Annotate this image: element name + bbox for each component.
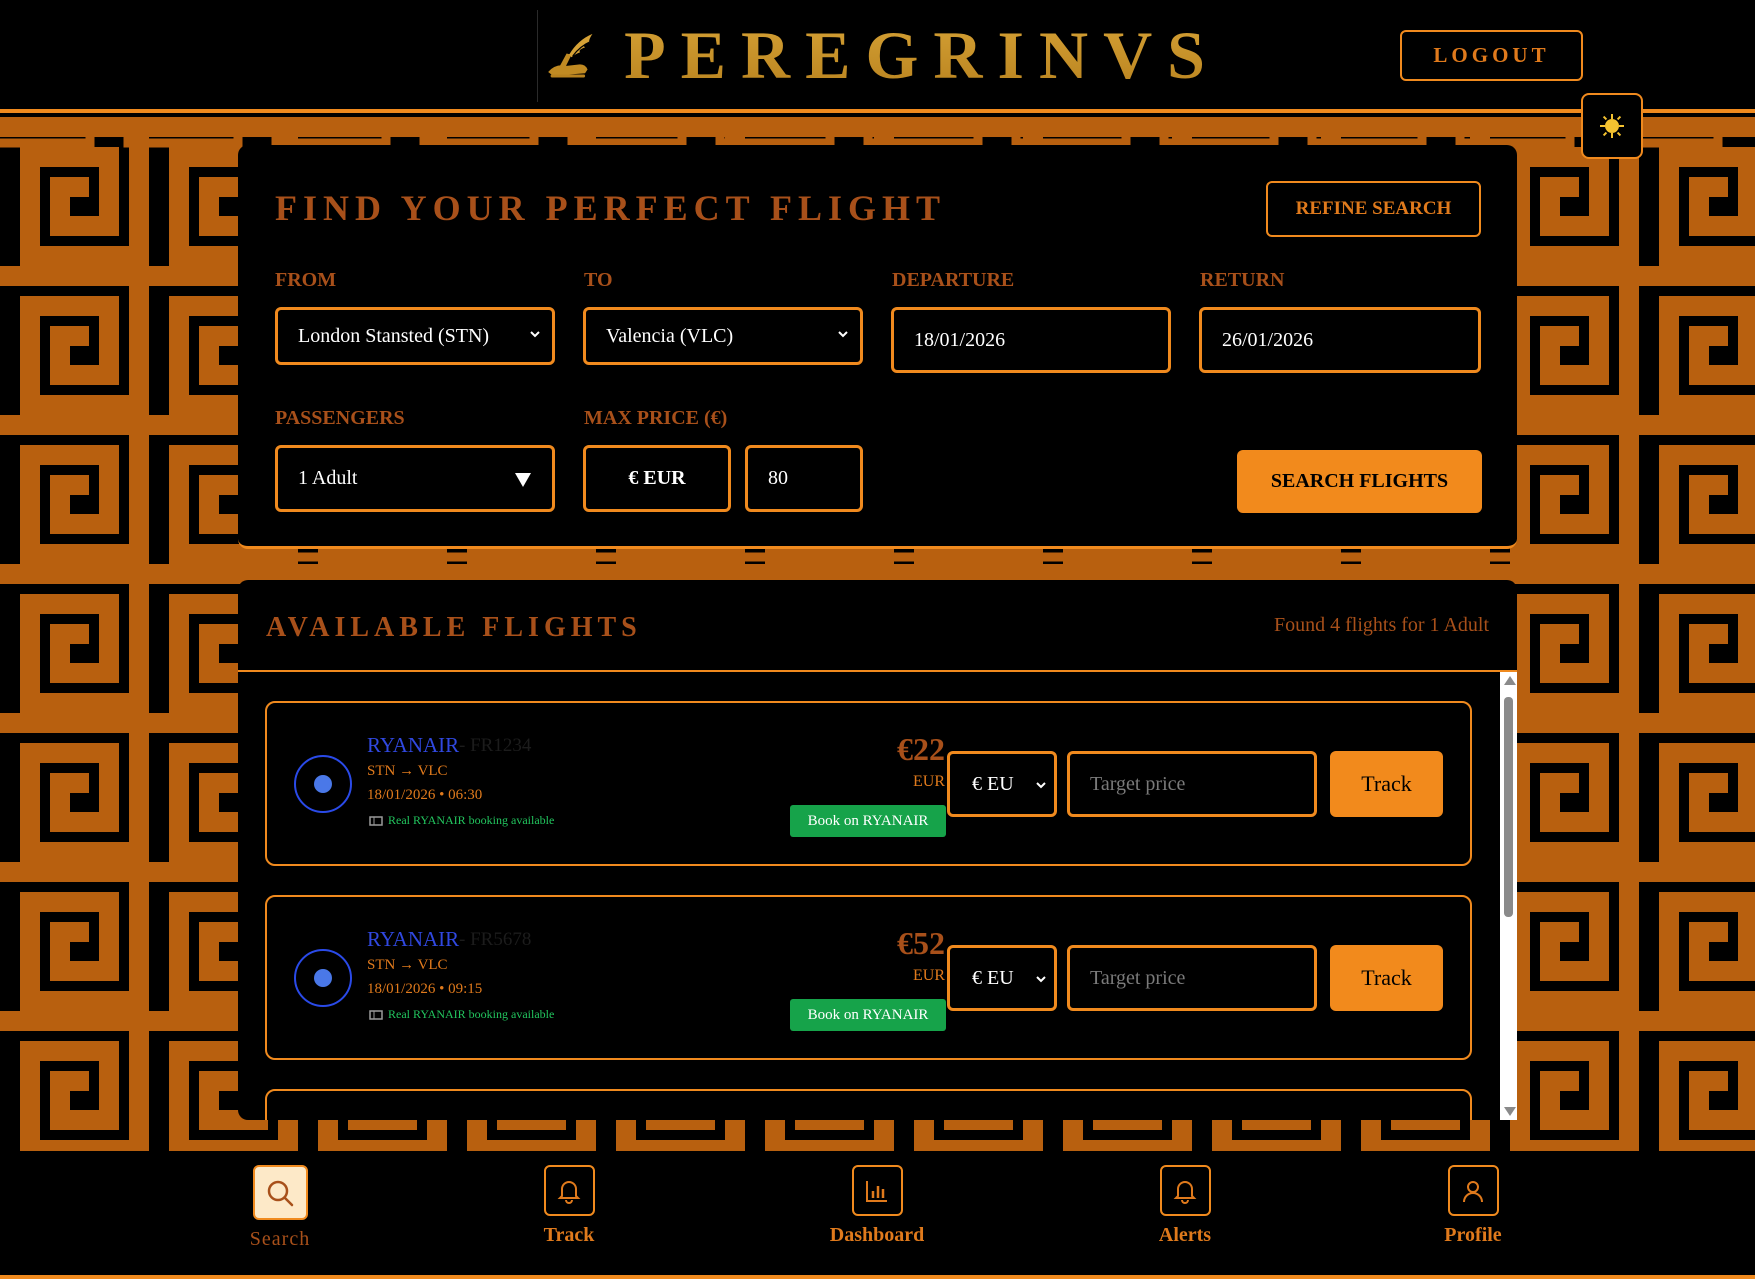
- bottom-nav: Search Track Dashboard Alerts Profile: [0, 1151, 1755, 1279]
- price-currency: EUR: [913, 773, 945, 790]
- nav-label: Alerts: [1158, 1224, 1212, 1246]
- real-booking-text: Real RYANAIR booking available: [388, 813, 555, 827]
- price-currency: EUR: [913, 967, 945, 984]
- bar-chart-icon: [851, 1165, 903, 1216]
- nav-profile[interactable]: Profile: [1403, 1165, 1543, 1247]
- from-label: FROM: [275, 269, 337, 291]
- max-price-input[interactable]: 80: [745, 445, 863, 512]
- results-list[interactable]: RYANAIR - FR1234 STN → VLC 18/01/2026 • …: [238, 672, 1517, 1120]
- track-button[interactable]: Track: [1330, 751, 1443, 817]
- track-currency-value: € EU: [972, 772, 1014, 795]
- results-panel: AVAILABLE FLIGHTS Found 4 flights for 1 …: [238, 580, 1517, 1120]
- flight-datetime: 18/01/2026 • 09:15: [367, 981, 483, 997]
- flight-price: €52: [897, 925, 945, 961]
- departure-label: DEPARTURE: [892, 269, 1015, 291]
- nav-label: Profile: [1444, 1224, 1502, 1246]
- target-price-input[interactable]: Target price: [1067, 945, 1317, 1011]
- track-currency-select[interactable]: € EU: [947, 751, 1057, 817]
- track-button[interactable]: Track: [1330, 945, 1443, 1011]
- return-date-input[interactable]: 26/01/2026: [1199, 307, 1481, 373]
- results-title: AVAILABLE FLIGHTS: [266, 612, 642, 643]
- nav-track[interactable]: Track: [499, 1165, 639, 1247]
- flight-route: STN → VLC: [367, 957, 448, 973]
- ticket-icon: [369, 1009, 383, 1020]
- airline-name: RYANAIR: [367, 733, 460, 757]
- flight-card[interactable]: RYANAIR - FR1234 STN → VLC 18/01/2026 • …: [265, 701, 1472, 866]
- flight-card[interactable]: [265, 1089, 1472, 1120]
- radio-dot: [314, 775, 332, 793]
- sun-icon: [1600, 114, 1624, 138]
- flight-route: STN → VLC: [367, 763, 448, 779]
- passengers-value: 1 Adult: [298, 467, 358, 489]
- nav-dashboard[interactable]: Dashboard: [807, 1165, 947, 1247]
- flight-select-radio[interactable]: [294, 949, 352, 1007]
- airline-name: RYANAIR: [367, 927, 460, 951]
- nav-label: Track: [543, 1224, 595, 1246]
- track-currency-value: € EU: [972, 966, 1014, 989]
- radio-dot: [314, 969, 332, 987]
- target-price-input[interactable]: Target price: [1067, 751, 1317, 817]
- bell-icon: [543, 1165, 595, 1216]
- track-currency-select[interactable]: € EU: [947, 945, 1057, 1011]
- flight-price: €22: [897, 731, 945, 767]
- flight-datetime: 18/01/2026 • 06:30: [367, 787, 483, 803]
- currency-select[interactable]: € EUR: [583, 445, 731, 512]
- to-select[interactable]: Valencia (VLC): [583, 307, 863, 365]
- chevron-down-icon: [1036, 976, 1046, 983]
- scroll-up-arrow[interactable]: [1504, 676, 1516, 685]
- passengers-select[interactable]: 1 Adult: [275, 445, 555, 512]
- to-label: TO: [584, 269, 613, 291]
- logo-divider: [537, 10, 538, 102]
- nav-alerts[interactable]: Alerts: [1115, 1165, 1255, 1247]
- search-flights-button[interactable]: SEARCH FLIGHTS: [1237, 450, 1482, 513]
- brand-name: PEREGRINVS: [624, 17, 1220, 93]
- bell-icon: [1159, 1165, 1211, 1216]
- return-label: RETURN: [1200, 269, 1285, 291]
- chevron-down-icon: [838, 331, 848, 338]
- scroll-thumb[interactable]: [1504, 697, 1513, 917]
- real-booking-text: Real RYANAIR booking available: [388, 1007, 555, 1021]
- from-value: London Stansted (STN): [298, 324, 490, 347]
- chevron-down-icon: [530, 331, 540, 338]
- departure-date-input[interactable]: 18/01/2026: [891, 307, 1171, 373]
- refine-search-button[interactable]: REFINE SEARCH: [1266, 181, 1481, 237]
- search-panel: FIND YOUR PERFECT FLIGHT REFINE SEARCH F…: [238, 145, 1517, 549]
- book-airline-button[interactable]: Book on RYANAIR: [790, 999, 946, 1031]
- user-icon: [1447, 1165, 1499, 1216]
- real-booking-note: Real RYANAIR booking available: [369, 1007, 554, 1022]
- flight-select-radio[interactable]: [294, 755, 352, 813]
- flight-card[interactable]: RYANAIR - FR5678 STN → VLC 18/01/2026 • …: [265, 895, 1472, 1060]
- brand-logo[interactable]: PEREGRINVS: [540, 8, 1220, 103]
- max-price-label: MAX PRICE (€): [584, 407, 728, 429]
- results-count: Found 4 flights for 1 Adult: [1273, 614, 1489, 636]
- logout-button[interactable]: LOGOUT: [1400, 30, 1583, 81]
- nav-label: Search: [249, 1228, 311, 1250]
- search-icon: [252, 1165, 308, 1220]
- ticket-icon: [369, 815, 383, 826]
- chevron-down-icon: [1036, 782, 1046, 789]
- flight-number: - FR5678: [459, 929, 532, 950]
- results-scrollbar[interactable]: [1500, 672, 1517, 1120]
- nav-search[interactable]: Search: [210, 1165, 350, 1251]
- app-header: PEREGRINVS LOGOUT: [0, 0, 1755, 113]
- search-title: FIND YOUR PERFECT FLIGHT: [275, 188, 947, 228]
- winged-sandal-icon: [548, 33, 593, 78]
- theme-toggle-button[interactable]: [1581, 93, 1643, 159]
- from-select[interactable]: London Stansted (STN): [275, 307, 555, 365]
- flight-number: - FR1234: [459, 735, 532, 756]
- real-booking-note: Real RYANAIR booking available: [369, 813, 554, 828]
- triangle-down-icon: [515, 473, 531, 487]
- nav-label: Dashboard: [829, 1224, 925, 1246]
- passengers-label: PASSENGERS: [275, 407, 405, 429]
- scroll-down-arrow[interactable]: [1504, 1107, 1516, 1116]
- book-airline-button[interactable]: Book on RYANAIR: [790, 805, 946, 837]
- to-value: Valencia (VLC): [606, 324, 734, 347]
